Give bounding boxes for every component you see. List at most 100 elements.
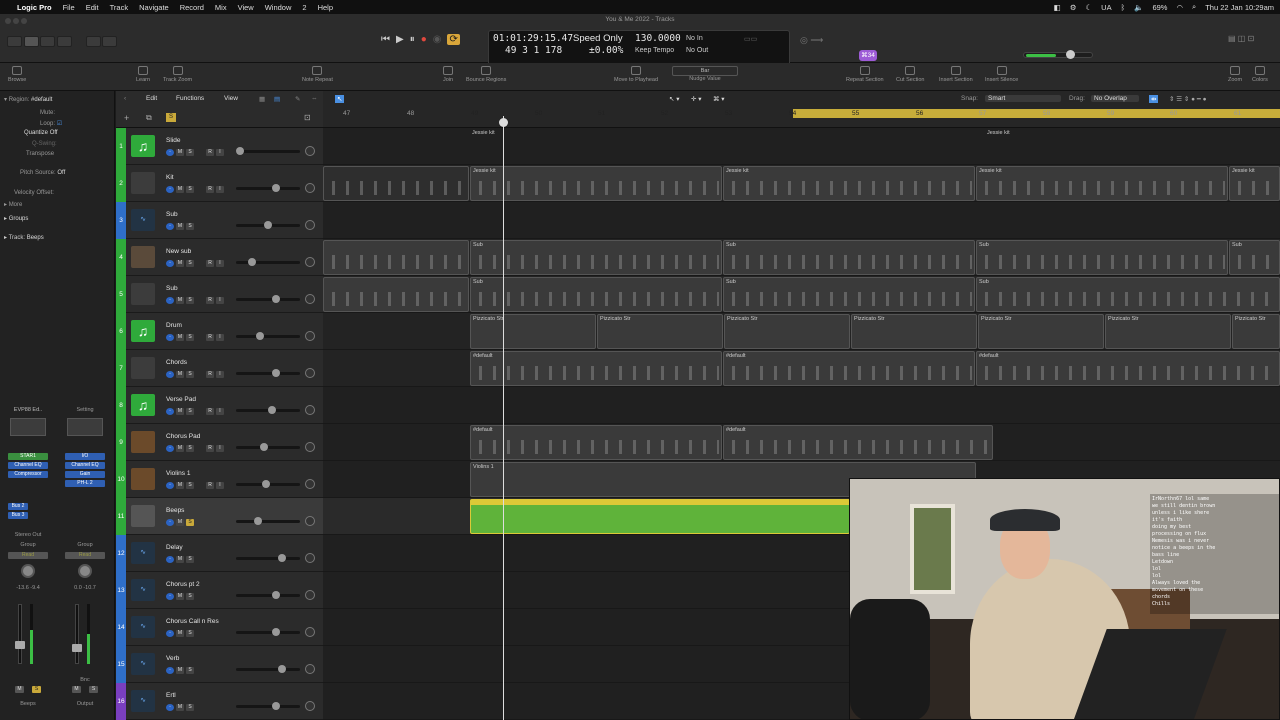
slider-knob[interactable] [272, 591, 280, 599]
search-icon[interactable]: ⌕ [1192, 2, 1196, 12]
slider-knob[interactable] [272, 184, 280, 192]
mute-button[interactable]: M [176, 223, 184, 230]
track-volume-slider[interactable] [236, 295, 300, 303]
menu-track[interactable]: Track [110, 3, 128, 12]
output-slot[interactable]: Stereo Out [2, 532, 54, 538]
solo-button[interactable]: S [186, 519, 194, 526]
learn-tool[interactable]: Learn [136, 66, 150, 83]
track-lane[interactable]: Sub Sub Sub [323, 276, 1280, 313]
track-volume-slider[interactable] [236, 665, 300, 673]
track-row[interactable]: 2 Kit ◦ M S R I [116, 165, 323, 202]
catch-icon[interactable]: ⊡ [304, 113, 311, 122]
plugin-slot[interactable]: Compressor [8, 471, 48, 478]
menu-help[interactable]: Help [318, 3, 333, 12]
record-arm-button[interactable]: R [206, 445, 214, 452]
record-arm-button[interactable]: R [206, 149, 214, 156]
menu-2[interactable]: 2 [302, 3, 306, 12]
qswing-row[interactable]: Q-Swing: [32, 141, 57, 147]
region[interactable]: #default [470, 425, 722, 460]
eq-thumbnail[interactable] [10, 418, 46, 436]
track-row[interactable]: 16 ∿ Ertl ◦ M S [116, 683, 323, 720]
track-lane[interactable]: #default #default [323, 424, 1280, 461]
edit-menu[interactable]: Edit [146, 95, 157, 102]
repeat-section-tool[interactable]: Repeat Section [846, 66, 884, 83]
track-volume-slider[interactable] [236, 332, 300, 340]
solo-button[interactable]: S [186, 186, 194, 193]
volume-fader[interactable] [75, 604, 79, 664]
track-lane[interactable]: Jessie kit Jessie kit Jessie kit Jessie … [323, 165, 1280, 202]
crosshair-tool-select[interactable]: ✛ ▾ [691, 95, 702, 103]
track-pan-knob[interactable] [305, 368, 315, 378]
transpose-row[interactable]: Transpose [26, 151, 54, 157]
power-button[interactable]: ◦ [166, 371, 174, 378]
track-pan-knob[interactable] [305, 664, 315, 674]
solo-button[interactable]: S [186, 297, 194, 304]
bounce-regions-tool[interactable]: Bounce Regions [466, 66, 506, 83]
group-slot[interactable]: Group [59, 542, 111, 548]
region[interactable]: #default [976, 351, 1280, 386]
slider-knob[interactable] [256, 332, 264, 340]
slider-knob[interactable] [278, 665, 286, 673]
fader-cap[interactable] [72, 644, 82, 652]
slider-knob[interactable] [272, 369, 280, 377]
track-row[interactable]: 5 Sub ◦ M S R I [116, 276, 323, 313]
zoom-controls-icon[interactable]: ⇕ ☰ ⇕ ● ━ ● [1169, 95, 1207, 103]
quantize-value[interactable]: Off [50, 130, 58, 136]
track-row[interactable]: 10 Violins 1 ◦ M S R I [116, 461, 323, 498]
insert-silence-tool[interactable]: Insert Silence [985, 66, 1018, 83]
slider-knob[interactable] [272, 702, 280, 710]
instrument-slot[interactable]: EVP88 Ed.. [2, 407, 54, 413]
track-volume-slider[interactable] [236, 406, 300, 414]
list-editors-icon[interactable]: ▤ ◫ ⊡ [1228, 34, 1254, 43]
power-button[interactable]: ◦ [166, 482, 174, 489]
slider-knob[interactable] [254, 517, 262, 525]
menu-edit[interactable]: Edit [86, 3, 99, 12]
smart-controls-button[interactable] [86, 36, 101, 47]
mute-button[interactable]: M [176, 482, 184, 489]
cpu-badge[interactable]: ⌘34 [859, 50, 877, 61]
region[interactable]: Jessie kit [985, 129, 1275, 164]
track-row[interactable]: 14 ∿ Chorus Call n Res ◦ M S [116, 609, 323, 646]
input-monitor-button[interactable]: I [216, 149, 224, 156]
input-monitor-button[interactable]: I [216, 371, 224, 378]
library-button[interactable] [7, 36, 22, 47]
track-row[interactable]: 7 Chords ◦ M S R I [116, 350, 323, 387]
region[interactable]: Pizzicato Str [851, 314, 977, 349]
track-pan-knob[interactable] [305, 146, 315, 156]
input-monitor-button[interactable]: I [216, 408, 224, 415]
track-row[interactable]: 12 ∿ Delay ◦ M S [116, 535, 323, 572]
join-tool[interactable]: Join [443, 66, 453, 83]
record-arm-button[interactable]: R [206, 334, 214, 341]
quantize-row[interactable]: Quantize Off [24, 130, 58, 136]
global-solo-icon[interactable]: S [166, 113, 176, 122]
track-zoom-tool[interactable]: Track Zoom [163, 66, 192, 83]
region[interactable]: Jessie kit [976, 166, 1228, 201]
slider-knob[interactable] [264, 221, 272, 229]
region[interactable]: Jessie kit [470, 129, 976, 164]
region[interactable]: Sub [470, 240, 722, 275]
drag-select[interactable]: No Overlap [1091, 95, 1139, 102]
volume-knob[interactable] [1066, 50, 1075, 59]
menu-window[interactable]: Window [265, 3, 292, 12]
power-button[interactable]: ◦ [166, 186, 174, 193]
ruler-bar[interactable]: ↖ ↖ ▾ ✛ ▾ ⌘ ▾ Snap: Smart Drag: No Overl… [323, 91, 1280, 128]
slider-knob[interactable] [278, 554, 286, 562]
mute-button[interactable]: M [176, 667, 184, 674]
list-icon[interactable]: ▤ [274, 95, 280, 103]
power-button[interactable]: ◦ [166, 445, 174, 452]
record-arm-button[interactable]: R [206, 482, 214, 489]
pencil-icon[interactable]: ✎ [295, 95, 300, 103]
slider-knob[interactable] [248, 258, 256, 266]
pan-knob[interactable] [21, 564, 35, 578]
region[interactable]: Sub [976, 277, 1280, 312]
plugin-slot[interactable]: PH-L 2 [65, 480, 105, 487]
track-volume-slider[interactable] [236, 591, 300, 599]
track-row[interactable]: ▸ Track: Beeps [4, 234, 44, 241]
mute-button[interactable]: M [176, 630, 184, 637]
nudge-tool[interactable]: Bar Nudge Value [672, 66, 738, 82]
plugin-slot[interactable]: Channel EQ [8, 462, 48, 469]
solo-button[interactable]: S [186, 334, 194, 341]
slider-knob[interactable] [260, 443, 268, 451]
region[interactable] [323, 240, 469, 275]
menu-record[interactable]: Record [180, 3, 204, 12]
